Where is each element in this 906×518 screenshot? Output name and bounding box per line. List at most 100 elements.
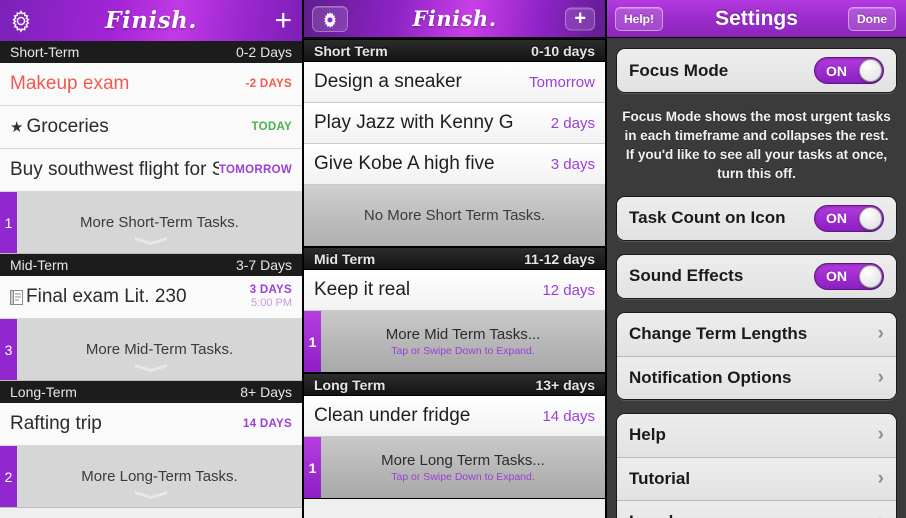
setting-label: Tutorial	[629, 468, 691, 488]
collapsed-tasks-hint: Tap or Swipe Down to Expand.	[391, 345, 535, 357]
gear-filled-icon	[324, 11, 336, 28]
settings-card-task-count: Task Count on Icon ON	[616, 195, 897, 241]
help-button[interactable]: Help!	[615, 6, 663, 31]
task-due: 12 days	[542, 281, 595, 299]
panel-tasklist-skeuomorphic: Finish. + Short Term 0-10 days Design a …	[302, 0, 605, 518]
task-row[interactable]: Keep it real 12 days	[304, 270, 605, 311]
collapsed-tasks-row[interactable]: 2 More Long-Term Tasks.	[0, 446, 302, 508]
task-row[interactable]: Play Jazz with Kenny G 2 days	[304, 103, 605, 144]
task-row[interactable]: Design a sneaker Tomorrow	[304, 62, 605, 103]
plus-icon: +	[574, 7, 586, 29]
sound-effects-toggle[interactable]: ON	[814, 262, 884, 290]
panel-tasklist-flat: Finish. + Short-Term 0-2 Days Makeup exa…	[0, 0, 302, 518]
section-range: 13+ days	[535, 376, 595, 393]
setting-row-change-term-lengths[interactable]: Change Term Lengths ›	[617, 312, 896, 356]
setting-label: Focus Mode	[629, 60, 729, 80]
chevron-right-icon: ›	[877, 366, 884, 388]
task-due: TODAY	[251, 121, 292, 133]
chevron-right-icon: ›	[877, 323, 884, 345]
collapsed-tasks-label: More Mid-Term Tasks.	[85, 341, 234, 358]
task-row[interactable]: Rafting trip 14 DAYS	[0, 403, 302, 446]
task-name: Play Jazz with Kenny G	[314, 112, 514, 133]
task-row[interactable]: Final exam Lit. 230 3 DAYS 5:00 PM	[0, 276, 302, 319]
collapsed-tasks-hint: Tap or Swipe Down to Expand.	[391, 471, 535, 483]
setting-row-task-count[interactable]: Task Count on Icon ON	[617, 196, 896, 240]
setting-label: Legal	[629, 512, 673, 518]
task-due-time: 5:00 PM	[251, 297, 292, 310]
toggle-state-label: ON	[826, 210, 847, 227]
section-range: 0-10 days	[531, 42, 595, 59]
section-range: 8+ Days	[240, 384, 292, 400]
add-task-button-panel1[interactable]: +	[274, 3, 292, 37]
setting-row-sound-effects[interactable]: Sound Effects ON	[617, 254, 896, 298]
task-due: Tomorrow	[529, 73, 595, 91]
section-title: Short Term	[314, 42, 388, 59]
collapsed-tasks-label: More Long-Term Tasks.	[81, 468, 238, 485]
hidden-task-count: 3	[0, 319, 17, 380]
settings-button-panel2[interactable]	[312, 5, 348, 32]
settings-button-panel1[interactable]	[8, 8, 34, 34]
task-due: 14 DAYS	[243, 418, 292, 430]
collapsed-tasks-row[interactable]: 3 More Mid-Term Tasks.	[0, 319, 302, 381]
panel-settings: Help! Settings Done Focus Mode ON Focus …	[605, 0, 906, 518]
done-button[interactable]: Done	[848, 6, 896, 31]
task-due: 3 days	[550, 155, 595, 173]
task-name: Rafting trip	[10, 413, 102, 434]
plus-icon: +	[274, 3, 292, 37]
settings-body: Focus Mode ON Focus Mode shows the most …	[607, 38, 906, 518]
task-name-wrap: Final exam Lit. 230	[10, 286, 187, 308]
section-header-short-term: Short-Term 0-2 Days	[0, 41, 302, 63]
app-title-panel1: Finish.	[105, 7, 197, 34]
hidden-task-count: 1	[304, 437, 321, 498]
hidden-task-count: 2	[0, 446, 17, 507]
navbar-settings: Help! Settings Done	[607, 0, 906, 38]
section-header-long-term: Long Term 13+ days	[304, 373, 605, 396]
collapsed-tasks-row[interactable]: 1 More Long Term Tasks... Tap or Swipe D…	[304, 437, 605, 499]
collapsed-tasks-label: More Mid Term Tasks...	[385, 326, 541, 343]
task-row[interactable]: Clean under fridge 14 days	[304, 396, 605, 437]
hidden-task-count: 1	[304, 311, 321, 372]
task-count-toggle[interactable]: ON	[814, 204, 884, 232]
task-name: Groceries	[26, 116, 109, 137]
task-name: Makeup exam	[10, 73, 130, 94]
setting-row-focus-mode[interactable]: Focus Mode ON	[617, 49, 896, 92]
collapsed-tasks-body: More Long Term Tasks... Tap or Swipe Dow…	[321, 452, 605, 483]
navbar-panel2: Finish. +	[304, 0, 605, 39]
section-header-mid-term: Mid-Term 3-7 Days	[0, 254, 302, 276]
task-due-stack: 3 DAYS 5:00 PM	[250, 283, 292, 311]
task-due: 14 days	[542, 407, 595, 425]
settings-card-configuration: Change Term Lengths › Notification Optio…	[616, 311, 897, 400]
section-title: Mid Term	[314, 250, 376, 267]
setting-label: Notification Options	[629, 367, 792, 387]
collapsed-tasks-body: More Short-Term Tasks.	[17, 214, 302, 231]
section-range: 3-7 Days	[235, 257, 292, 273]
task-row[interactable]: Give Kobe A high five 3 days	[304, 144, 605, 185]
chevron-right-icon: ›	[877, 467, 884, 489]
chevron-right-icon: ›	[877, 424, 884, 446]
section-header-mid-term: Mid Term 11-12 days	[304, 247, 605, 270]
focus-mode-description: Focus Mode shows the most urgent tasks i…	[622, 109, 891, 182]
chevron-down-icon	[135, 491, 167, 499]
setting-row-help[interactable]: Help ›	[617, 413, 896, 457]
collapsed-tasks-body: More Mid-Term Tasks.	[17, 341, 302, 358]
section-header-short-term: Short Term 0-10 days	[304, 39, 605, 62]
add-task-button-panel2[interactable]: +	[565, 7, 595, 30]
section-title: Long-Term	[10, 384, 77, 400]
chevron-down-icon	[135, 364, 167, 372]
gear-outline-icon	[12, 9, 30, 33]
task-due: TOMORROW	[218, 164, 292, 176]
navbar-panel1: Finish. +	[0, 0, 302, 41]
task-name-wrap: ★ Groceries	[10, 116, 109, 138]
hidden-task-count: 1	[0, 192, 17, 253]
collapsed-tasks-row[interactable]: 1 More Mid Term Tasks... Tap or Swipe Do…	[304, 311, 605, 373]
setting-row-tutorial[interactable]: Tutorial ›	[617, 456, 896, 500]
task-row[interactable]: ★ Groceries TODAY	[0, 106, 302, 149]
task-row[interactable]: Buy southwest flight for S... TOMORROW	[0, 149, 302, 192]
collapsed-tasks-label: More Short-Term Tasks.	[80, 214, 239, 231]
setting-row-legal[interactable]: Legal ›	[617, 499, 896, 518]
setting-row-notification-options[interactable]: Notification Options ›	[617, 355, 896, 399]
task-row[interactable]: Makeup exam -2 DAYS	[0, 63, 302, 106]
collapsed-tasks-row[interactable]: 1 More Short-Term Tasks.	[0, 192, 302, 254]
focus-mode-toggle[interactable]: ON	[814, 57, 884, 84]
section-range: 0-2 Days	[235, 44, 292, 60]
